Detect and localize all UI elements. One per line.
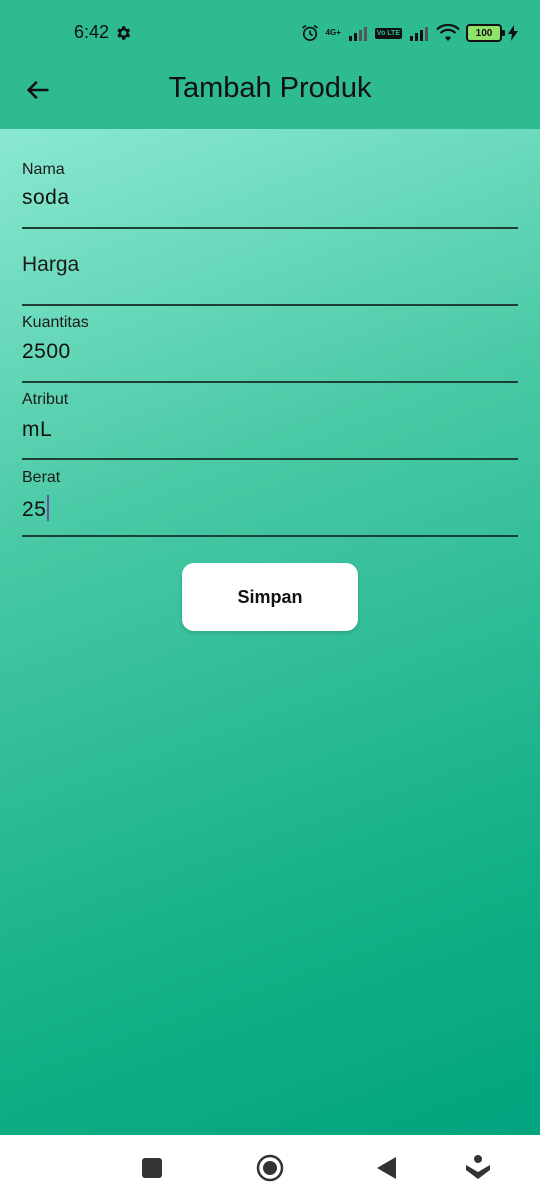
form-area: Nama soda Harga Kuantitas 2500 Atribut m… xyxy=(0,129,540,1135)
harga-field[interactable]: Harga xyxy=(22,229,518,306)
simpan-button[interactable]: Simpan xyxy=(182,563,358,631)
nama-input[interactable]: soda xyxy=(22,186,70,210)
gear-icon xyxy=(117,26,131,40)
nama-label: Nama xyxy=(22,161,65,178)
status-icons: 4G+ Vo LTE 100 xyxy=(300,22,518,44)
atribut-label: Atribut xyxy=(22,391,69,408)
harga-label: Harga xyxy=(22,253,80,276)
network-type-label: 4G+ xyxy=(325,28,341,37)
battery-indicator: 100 xyxy=(466,24,505,42)
atribut-field[interactable]: Atribut mL xyxy=(22,383,518,460)
status-bar: 6:42 4G+ Vo LTE 100 xyxy=(0,0,540,66)
berat-label: Berat xyxy=(22,469,61,486)
page-title: Tambah Produk xyxy=(168,72,372,104)
nama-field[interactable]: Nama soda xyxy=(22,151,518,229)
circle-icon[interactable] xyxy=(255,1153,285,1183)
berat-input-wrap[interactable]: 25 xyxy=(22,495,50,522)
arrow-back-icon[interactable] xyxy=(24,76,52,104)
triangle-back-icon[interactable] xyxy=(372,1153,402,1183)
system-nav-bar xyxy=(0,1135,540,1200)
charging-bolt-icon xyxy=(508,25,518,41)
text-cursor xyxy=(47,495,50,521)
app-bar: Tambah Produk xyxy=(0,66,540,129)
berat-input[interactable]: 25 xyxy=(22,498,46,521)
top-bar: 6:42 4G+ Vo LTE 100 Tambah Produk xyxy=(0,0,540,129)
assist-icon[interactable] xyxy=(463,1153,493,1183)
status-time: 6:42 xyxy=(74,22,110,42)
signal-bars-icon xyxy=(410,27,428,41)
kuantitas-input[interactable]: 2500 xyxy=(22,340,71,364)
square-icon[interactable] xyxy=(137,1153,167,1183)
signal-bars-icon xyxy=(348,27,367,41)
berat-field[interactable]: Berat 25 xyxy=(22,460,518,537)
kuantitas-field[interactable]: Kuantitas 2500 xyxy=(22,306,518,383)
wifi-icon xyxy=(436,24,460,41)
volte-badge: Vo LTE xyxy=(374,27,402,39)
atribut-input[interactable]: mL xyxy=(22,418,52,442)
kuantitas-label: Kuantitas xyxy=(22,314,89,331)
alarm-icon xyxy=(301,24,318,41)
